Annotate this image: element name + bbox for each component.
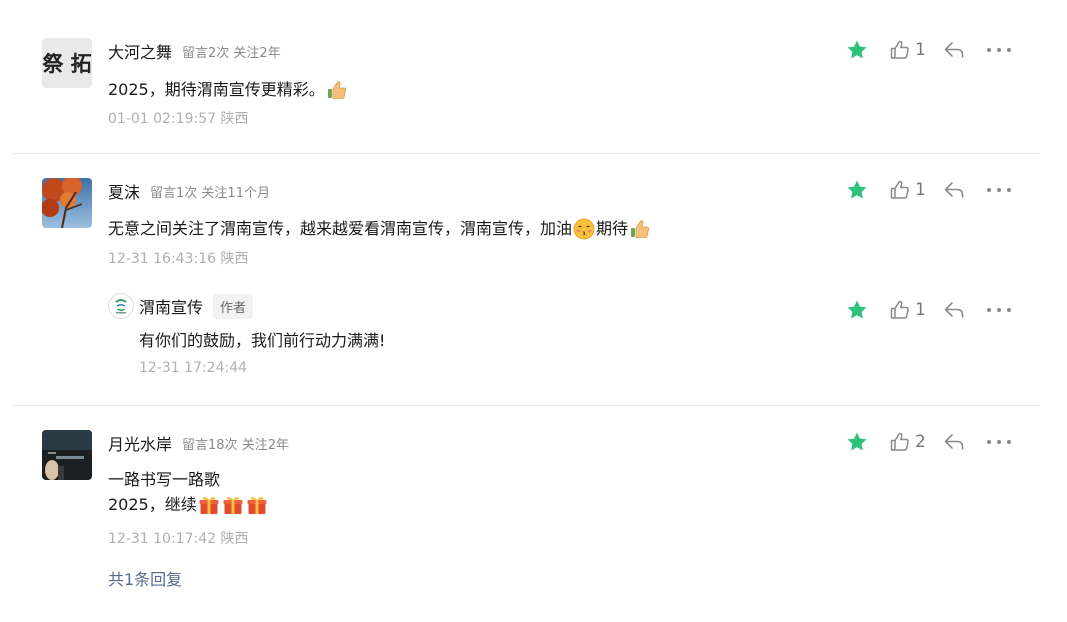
more-options-icon[interactable] — [985, 298, 1013, 322]
more-options-icon[interactable] — [985, 38, 1013, 62]
thumbs-up-outline-icon — [890, 432, 909, 451]
thumbs-up-outline-icon — [890, 40, 909, 59]
reply-icon[interactable] — [942, 430, 966, 454]
thumbs-up-icon — [629, 218, 651, 240]
reply-actions: 1 — [845, 298, 1013, 322]
thumbs-up-outline-icon — [890, 300, 909, 319]
comment-text-line2: 2025，继续 — [108, 495, 197, 514]
comment-actions: 2 — [845, 430, 1013, 454]
thumbs-up-outline-icon — [890, 180, 909, 199]
divider — [12, 405, 1040, 406]
comment-header: 大河之舞 留言2次 关注2年 — [108, 40, 281, 62]
avatar[interactable]: 祭 拓 — [42, 38, 92, 88]
comment-content: 2025，期待渭南宣传更精彩。 — [108, 77, 349, 102]
gift-icon — [198, 494, 220, 516]
author-avatar[interactable] — [108, 293, 134, 319]
reply-text: 有你们的鼓励，我们前行动力满满! — [139, 331, 386, 350]
like-button[interactable]: 1 — [889, 298, 926, 322]
more-options-icon[interactable] — [985, 430, 1013, 454]
comment-header: 夏沫 留言1次 关注11个月 — [108, 180, 270, 202]
reply-content: 有你们的鼓励，我们前行动力满满! — [139, 328, 385, 353]
comment-text: 2025，期待渭南宣传更精彩。 — [108, 80, 325, 99]
reply-icon[interactable] — [942, 298, 966, 322]
gift-icon — [222, 494, 244, 516]
like-count: 2 — [915, 432, 926, 452]
avatar[interactable] — [42, 430, 92, 480]
comment-time: 12-31 10:17:42 陕西 — [108, 531, 249, 547]
author-badge: 作者 — [213, 293, 254, 319]
commenter-stats: 留言2次 关注2年 — [182, 45, 281, 61]
comment-time: 12-31 16:43:16 陕西 — [108, 251, 249, 267]
reply-header: 渭南宣传 作者 — [139, 293, 254, 319]
star-icon[interactable] — [845, 430, 869, 454]
like-count: 1 — [915, 40, 926, 60]
smooch-face-icon — [573, 218, 595, 240]
comments-page: 祭 拓 大河之舞 留言2次 关注2年 2025，期待渭南宣传更精彩。 01-01… — [0, 0, 1067, 622]
star-icon[interactable] — [845, 298, 869, 322]
star-icon[interactable] — [845, 38, 869, 62]
comment-content: 一路书写一路歌 2025，继续 — [108, 467, 269, 517]
avatar-calligraphy: 祭 拓 — [42, 51, 92, 76]
reply-icon[interactable] — [942, 178, 966, 202]
more-options-icon[interactable] — [985, 178, 1013, 202]
comment-text-cont: 期待 — [596, 219, 629, 238]
like-button[interactable]: 1 — [889, 178, 926, 202]
gift-icon — [246, 494, 268, 516]
comment-actions: 1 — [845, 178, 1013, 202]
comment-content: 无意之间关注了渭南宣传，越来越爱看渭南宣传，渭南宣传，加油 期待 — [108, 216, 652, 241]
comment-text: 一路书写一路歌 — [108, 470, 221, 489]
reply-icon[interactable] — [942, 38, 966, 62]
commenter-name[interactable]: 夏沫 — [108, 179, 140, 203]
commenter-name[interactable]: 月光水岸 — [108, 431, 172, 455]
reply-time: 12-31 17:24:44 — [139, 360, 248, 376]
avatar[interactable] — [42, 178, 92, 228]
like-count: 1 — [915, 300, 926, 320]
like-button[interactable]: 2 — [889, 430, 926, 454]
comment-text: 无意之间关注了渭南宣传，越来越爱看渭南宣传，渭南宣传，加油 — [108, 219, 573, 238]
commenter-stats: 留言1次 关注11个月 — [150, 185, 270, 201]
commenter-stats: 留言18次 关注2年 — [182, 437, 289, 453]
comment-header: 月光水岸 留言18次 关注2年 — [108, 432, 289, 454]
view-replies-link[interactable]: 共1条回复 — [108, 566, 182, 590]
divider — [12, 153, 1040, 154]
star-icon[interactable] — [845, 178, 869, 202]
author-name[interactable]: 渭南宣传 — [139, 294, 203, 318]
like-count: 1 — [915, 180, 926, 200]
commenter-name[interactable]: 大河之舞 — [108, 39, 172, 63]
thumbs-up-icon — [326, 79, 348, 101]
comment-actions: 1 — [845, 38, 1013, 62]
like-button[interactable]: 1 — [889, 38, 926, 62]
comment-time: 01-01 02:19:57 陕西 — [108, 111, 249, 127]
